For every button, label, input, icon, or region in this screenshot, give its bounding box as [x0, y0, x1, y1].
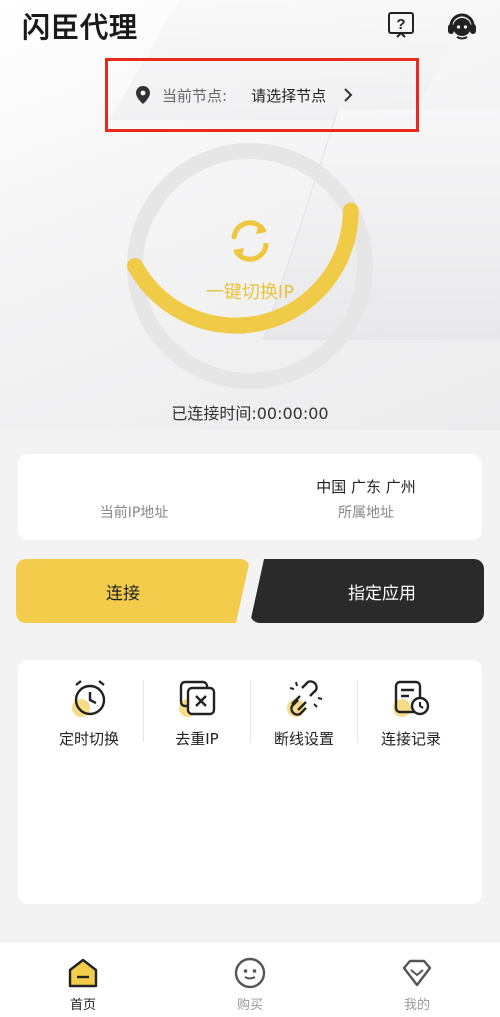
refresh-icon[interactable]	[222, 213, 278, 269]
diamond-icon	[402, 959, 432, 987]
specify-app-button[interactable]: 指定应用	[250, 559, 484, 623]
node-value: 请选择节点	[251, 86, 327, 105]
record-icon	[393, 680, 430, 717]
tool-label: 去重IP	[175, 730, 219, 748]
app-title: 闪臣代理	[22, 11, 139, 44]
tool-dedupe-ip[interactable]: 去重IP	[144, 678, 250, 758]
current-ip-column: 当前IP地址	[18, 454, 250, 540]
dedupe-icon	[179, 680, 216, 717]
customer-service-icon[interactable]	[445, 8, 479, 42]
header: 闪臣代理 ?	[0, 0, 500, 56]
connection-time: 已连接时间:00:00:00	[171, 404, 329, 423]
node-label: 当前节点:	[162, 86, 228, 105]
smiley-icon	[234, 957, 266, 989]
home-icon	[68, 958, 98, 988]
current-ip-caption: 当前IP地址	[99, 505, 169, 521]
tool-timed-switch[interactable]: 定时切换	[36, 678, 142, 758]
tool-connection-log[interactable]: 连接记录	[358, 678, 464, 758]
tab-home[interactable]: 首页	[0, 942, 166, 1017]
svg-text:?: ?	[396, 16, 405, 33]
tool-disconnect-settings[interactable]: 断线设置	[251, 678, 357, 758]
tab-mine[interactable]: 我的	[334, 942, 500, 1017]
tab-label: 购买	[236, 998, 263, 1013]
chevron-right-icon	[344, 88, 353, 102]
tools-card: 定时切换 去重IP 断线设置 连接记录	[18, 660, 482, 904]
node-selector[interactable]: 当前节点: 请选择节点	[105, 58, 419, 132]
tool-label: 断线设置	[273, 730, 334, 748]
tab-label: 我的	[403, 998, 430, 1013]
broken-link-icon	[287, 680, 323, 717]
location-caption: 所属地址	[338, 505, 394, 521]
switch-ip-label[interactable]: 一键切换IP	[150, 278, 350, 304]
tool-label: 定时切换	[58, 730, 119, 748]
bottom-tab-bar: 首页 购买 我的	[0, 941, 500, 1017]
alarm-clock-icon	[72, 680, 106, 717]
location-pin-icon	[136, 86, 150, 104]
tool-label: 连接记录	[380, 730, 441, 748]
question-doc-icon[interactable]: ?	[386, 10, 416, 40]
ip-info-card: 当前IP地址 中国 广东 广州 所属地址	[18, 454, 482, 540]
tab-buy[interactable]: 购买	[167, 942, 333, 1017]
location-value: 中国 广东 广州	[316, 478, 416, 496]
location-column: 中国 广东 广州 所属地址	[250, 454, 482, 540]
connect-button[interactable]: 连接	[16, 559, 250, 623]
tab-label: 首页	[69, 998, 96, 1013]
